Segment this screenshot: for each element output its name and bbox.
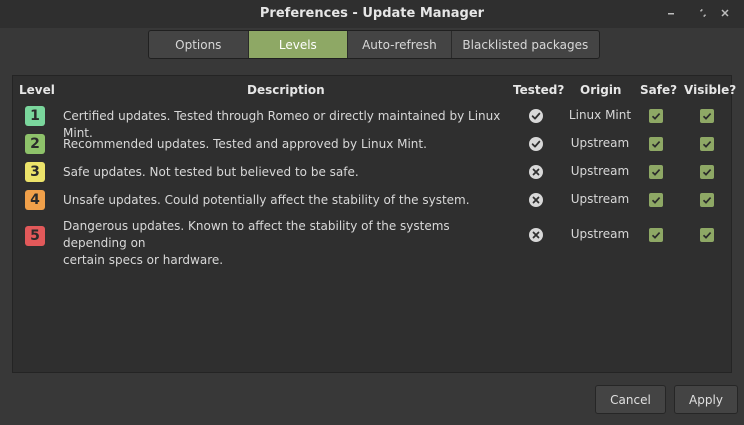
tab-blacklisted-packages[interactable]: Blacklisted packages [452, 31, 599, 58]
tab-options[interactable]: Options [149, 31, 249, 58]
level-badge: 2 [25, 134, 45, 154]
safe-checkbox[interactable] [649, 228, 663, 242]
header-description: Description [247, 83, 325, 97]
level-badge: 3 [25, 162, 45, 182]
cancel-button[interactable]: Cancel [595, 385, 666, 414]
x-circle-icon [528, 227, 544, 243]
level-description: Unsafe updates. Could potentially affect… [63, 193, 470, 207]
apply-button[interactable]: Apply [674, 385, 738, 414]
safe-checkbox[interactable] [649, 193, 663, 207]
tab-levels[interactable]: Levels [248, 31, 349, 58]
level-badge: 1 [25, 106, 45, 126]
level-origin: Linux Mint [568, 108, 632, 122]
level-description: Recommended updates. Tested and approved… [63, 137, 427, 151]
check-circle-icon [528, 136, 544, 152]
title-bar: Preferences - Update Manager [0, 0, 744, 28]
header-visible: Visible? [684, 83, 737, 97]
tab-bar: Options Levels Auto-refresh Blacklisted … [148, 30, 600, 59]
level-badge: 4 [25, 190, 45, 210]
level-description-line: certain specs or hardware. [63, 253, 224, 267]
safe-checkbox[interactable] [649, 137, 663, 151]
minimize-icon[interactable] [664, 6, 678, 20]
table-row[interactable]: 2 Recommended updates. Tested and approv… [13, 133, 731, 155]
level-description-line: Dangerous updates. Known to affect the s… [63, 219, 450, 250]
level-origin: Upstream [570, 136, 630, 150]
check-circle-icon [528, 108, 544, 124]
level-description: Safe updates. Not tested but believed to… [63, 165, 359, 179]
header-safe: Safe? [640, 83, 678, 97]
table-row[interactable]: 5 Dangerous updates. Known to affect the… [13, 217, 731, 267]
table-row[interactable]: 3 Safe updates. Not tested but believed … [13, 161, 731, 183]
level-origin: Upstream [570, 227, 630, 241]
visible-checkbox[interactable] [700, 165, 714, 179]
visible-checkbox[interactable] [700, 137, 714, 151]
tab-auto-refresh[interactable]: Auto-refresh [348, 31, 452, 58]
header-tested: Tested? [513, 83, 565, 97]
header-origin: Origin [580, 83, 622, 97]
maximize-icon[interactable] [696, 6, 710, 20]
level-description: Dangerous updates. Known to affect the s… [63, 218, 513, 269]
safe-checkbox[interactable] [649, 165, 663, 179]
table-row[interactable]: 1 Certified updates. Tested through Rome… [13, 105, 731, 140]
table-row[interactable]: 4 Unsafe updates. Could potentially affe… [13, 189, 731, 211]
header-level: Level [19, 83, 55, 97]
close-icon[interactable] [718, 6, 732, 20]
window-title: Preferences - Update Manager [259, 6, 485, 21]
level-origin: Upstream [570, 192, 630, 206]
visible-checkbox[interactable] [700, 193, 714, 207]
safe-checkbox[interactable] [649, 109, 663, 123]
level-origin: Upstream [570, 164, 630, 178]
x-circle-icon [528, 164, 544, 180]
level-badge: 5 [25, 226, 45, 246]
visible-checkbox[interactable] [700, 109, 714, 123]
x-circle-icon [528, 192, 544, 208]
visible-checkbox[interactable] [700, 228, 714, 242]
